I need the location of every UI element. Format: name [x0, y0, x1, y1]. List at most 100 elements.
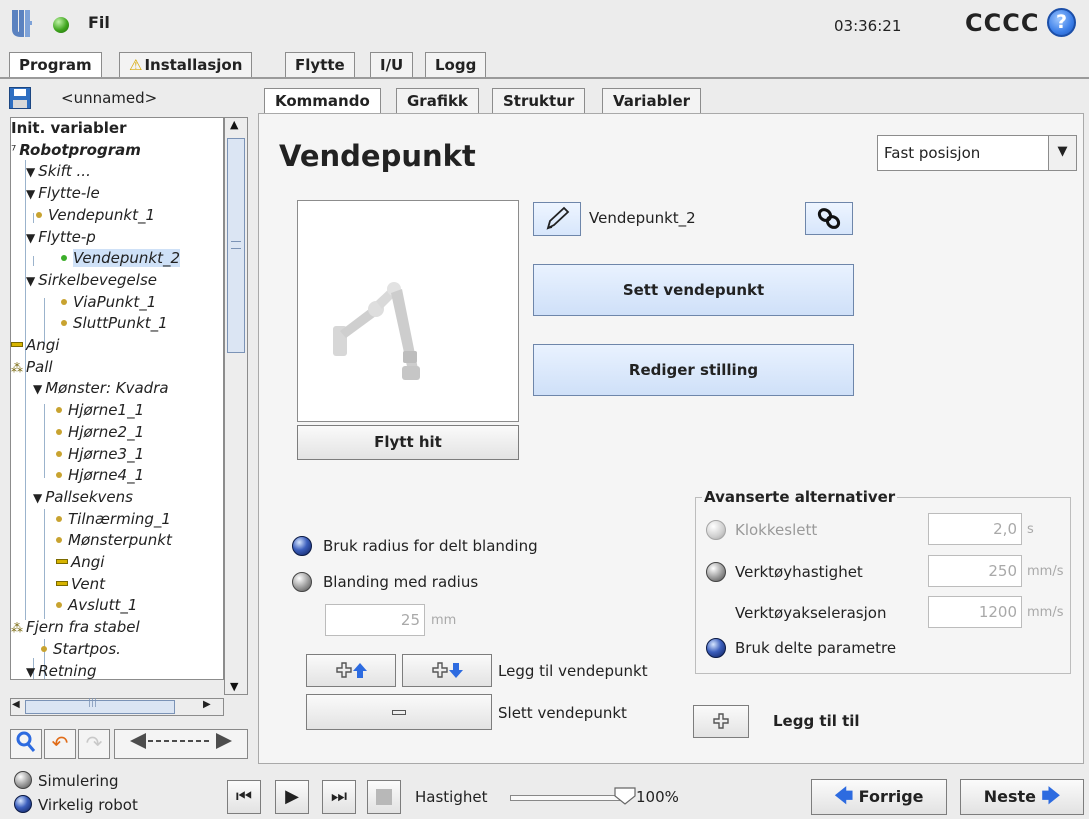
tree-item-label: Fjern fra stabel: [26, 618, 140, 637]
tree-item[interactable]: Angi: [56, 553, 104, 574]
undo-icon[interactable]: ↶: [44, 729, 76, 759]
tab-label: Program: [19, 56, 92, 74]
waypoint-icon: [56, 602, 62, 609]
speed-label: Hastighet: [415, 788, 488, 806]
tree-item[interactable]: Hjørne1_1: [56, 401, 144, 422]
tree-item-label: Vendepunkt_2: [73, 249, 181, 268]
real-robot-radio[interactable]: [14, 795, 32, 813]
waypoint-icon: [56, 428, 62, 435]
tree-item[interactable]: SluttPunkt_1: [61, 314, 168, 335]
blend-radius-radio[interactable]: [292, 572, 312, 592]
expand-icon[interactable]: [114, 729, 248, 759]
rename-button[interactable]: [533, 202, 581, 236]
tab-graphics[interactable]: Grafikk: [396, 88, 479, 114]
program-tree[interactable]: Init. variabler ⁷ Robotprogram ▼ Skift ... ▼ F…: [10, 117, 224, 680]
speed-slider-handle[interactable]: [614, 787, 636, 805]
tree-item[interactable]: ⁷ Robotprogram: [11, 141, 141, 162]
tree-item-label: Vent: [71, 574, 105, 593]
step-button[interactable]: ⏭: [322, 780, 356, 814]
delete-waypoint-button[interactable]: [306, 694, 492, 730]
tree-item[interactable]: Angi: [11, 336, 59, 357]
chevron-down-icon[interactable]: ▼: [1048, 136, 1076, 170]
title-bar: Fil 03:36:21 CCCC ?: [0, 0, 1089, 52]
link-button[interactable]: [805, 202, 853, 235]
file-menu[interactable]: Fil: [88, 13, 110, 32]
add-waypoint-before-button[interactable]: [306, 654, 396, 687]
help-icon[interactable]: ?: [1047, 8, 1076, 37]
tree-item[interactable]: Avslutt_1: [56, 596, 137, 617]
tab-io[interactable]: I/U: [370, 52, 414, 78]
tree-item[interactable]: Vent: [56, 575, 105, 596]
tool-accel-input[interactable]: 1200: [928, 596, 1022, 628]
tab-log[interactable]: Logg: [425, 52, 487, 78]
tree-item[interactable]: ▼ Skift ...: [26, 162, 91, 183]
add-until-button[interactable]: [693, 705, 749, 738]
rewind-button[interactable]: ⏮: [227, 780, 261, 814]
search-icon[interactable]: [10, 729, 42, 759]
tab-variables[interactable]: Variabler: [602, 88, 702, 114]
blend-shared-radio[interactable]: [292, 536, 312, 556]
tree-item-label: ViaPunkt_1: [73, 292, 157, 311]
tree-vertical-scrollbar[interactable]: ▲ ▼: [224, 117, 248, 695]
tree-item[interactable]: ⁂ Fjern fra stabel: [11, 618, 140, 639]
stop-button[interactable]: [367, 780, 401, 814]
move-here-button[interactable]: Flytt hit: [297, 425, 519, 460]
advanced-options-title: Avanserte alternativer: [702, 488, 898, 506]
next-button[interactable]: Neste 🡆: [960, 779, 1084, 815]
tree-item[interactable]: ▼ Retning: [26, 662, 96, 680]
tree-item[interactable]: ▼ Pallsekvens: [33, 488, 133, 509]
tree-item[interactable]: Hjørne3_1: [56, 445, 144, 466]
speed-slider[interactable]: [510, 795, 630, 801]
tree-item[interactable]: ▼ Flytte-p: [26, 228, 96, 249]
scroll-up-icon[interactable]: ▲: [230, 118, 238, 131]
collapse-icon: ▼: [26, 664, 36, 679]
tab-move[interactable]: Flytte: [285, 52, 355, 78]
tree-item[interactable]: ⁂ Pall: [11, 358, 53, 379]
tab-program[interactable]: Program: [9, 52, 102, 79]
tab-installation[interactable]: ⚠ Installasjon: [119, 52, 253, 78]
time-radio[interactable]: [706, 520, 726, 540]
tree-item[interactable]: Startpos.: [41, 640, 121, 661]
waypoint-icon: [56, 407, 62, 414]
add-waypoint-after-button[interactable]: [402, 654, 492, 687]
scroll-right-icon[interactable]: ▶: [203, 699, 211, 710]
action-icon: [56, 580, 68, 586]
save-icon[interactable]: [9, 87, 31, 109]
collapse-icon: ▼: [33, 490, 43, 505]
tree-item[interactable]: ▼ Mønster: Kvadra: [33, 379, 169, 400]
tree-item[interactable]: Hjørne4_1: [56, 466, 144, 487]
play-button[interactable]: ▶: [275, 780, 309, 814]
tool-accel-unit: mm/s: [1027, 605, 1064, 620]
tree-item[interactable]: Hjørne2_1: [56, 423, 144, 444]
tree-item[interactable]: ▼ Sirkelbevegelse: [26, 271, 157, 292]
scroll-down-icon[interactable]: ▼: [230, 680, 238, 693]
edit-pose-button[interactable]: Rediger stilling: [533, 344, 854, 396]
tree-connector: [44, 509, 45, 619]
tree-item[interactable]: Vendepunkt_2: [61, 249, 181, 270]
tree-item[interactable]: ViaPunkt_1: [61, 293, 156, 314]
tool-speed-radio[interactable]: [706, 562, 726, 582]
hscroll-thumb[interactable]: [25, 698, 175, 714]
previous-button[interactable]: 🡄 Forrige: [811, 779, 947, 815]
waypoint-icon: [36, 211, 42, 218]
tree-item[interactable]: Init. variabler: [11, 119, 127, 140]
tree-item[interactable]: ▼ Flytte-le: [26, 184, 100, 205]
redo-icon[interactable]: ↷: [78, 729, 110, 759]
tab-command[interactable]: Kommando: [264, 88, 381, 114]
tree-item[interactable]: Vendepunkt_1: [36, 206, 155, 227]
position-mode-select[interactable]: Fast posisjon ▼: [877, 135, 1077, 171]
set-waypoint-button[interactable]: Sett vendepunkt: [533, 264, 854, 316]
tab-label: Kommando: [275, 92, 370, 110]
scroll-left-icon[interactable]: ◀: [12, 699, 20, 710]
scroll-thumb[interactable]: [227, 138, 245, 353]
tree-item[interactable]: Mønsterpunkt: [56, 531, 172, 552]
tool-speed-input[interactable]: 250: [928, 555, 1022, 587]
tree-horizontal-scrollbar[interactable]: ◀ ▶: [10, 698, 224, 716]
simulation-radio[interactable]: [14, 771, 32, 789]
tab-structure[interactable]: Struktur: [492, 88, 586, 114]
shared-params-radio[interactable]: [706, 638, 726, 658]
tree-item[interactable]: Tilnærming_1: [56, 510, 171, 531]
blend-radius-input[interactable]: 25: [325, 604, 425, 636]
time-input[interactable]: 2,0: [928, 513, 1022, 545]
waypoint-icon: [56, 537, 62, 544]
